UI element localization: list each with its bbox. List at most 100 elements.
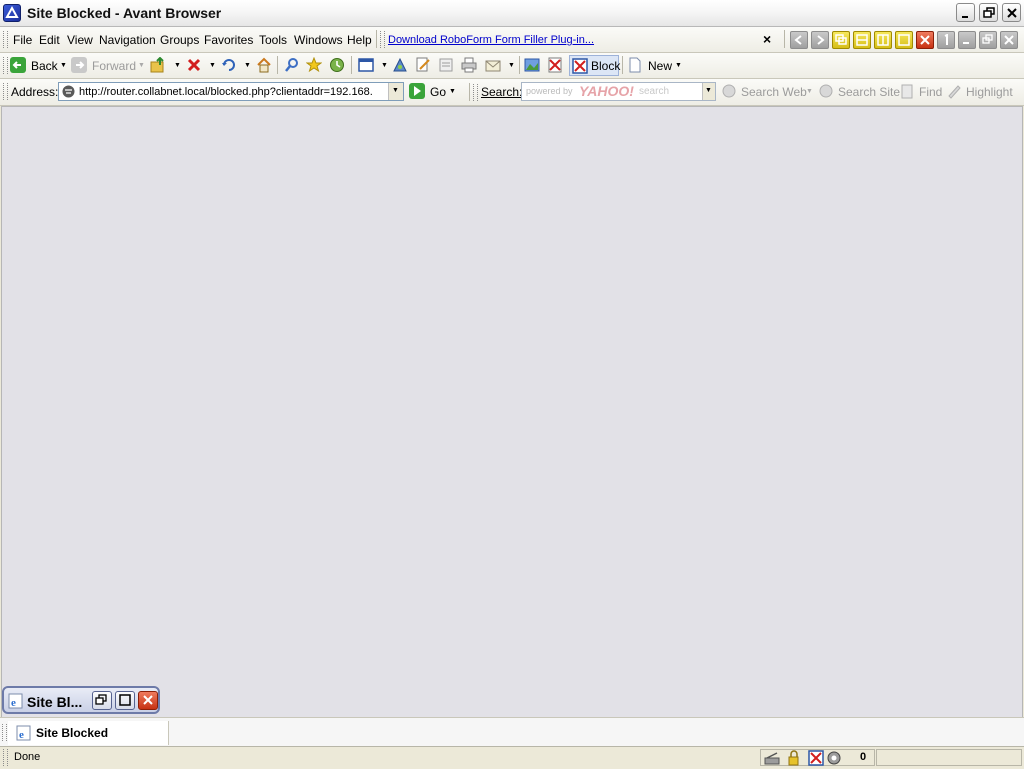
flash-block-icon[interactable] [547,57,563,73]
close-button[interactable] [1002,3,1021,22]
block-label: Block [591,59,621,73]
search-web-icon[interactable] [721,83,737,99]
go-button[interactable]: Go [430,85,446,99]
new-button[interactable]: New [648,59,672,73]
menu-file[interactable]: File [13,33,32,47]
roboform-download-link[interactable]: Download RoboForm Form Filler Plug-in... [388,34,594,46]
favorites-star-icon[interactable] [306,57,322,73]
address-input[interactable]: http://router.collabnet.local/blocked.ph… [58,82,404,101]
one-window-button[interactable] [937,31,955,49]
new-dropdown-arrow[interactable]: ▼ [675,62,682,69]
up-folder-icon[interactable] [150,57,166,73]
minimized-restore-button[interactable] [92,691,112,710]
forward-dropdown-arrow[interactable]: ▼ [138,62,145,69]
highlight-icon[interactable] [946,83,962,99]
previous-window-button[interactable] [790,31,808,49]
tab-strip-grip[interactable] [2,724,7,741]
search-magnifier-icon[interactable] [284,57,300,73]
address-toolbar: Address: http://router.collabnet.local/b… [0,79,1024,106]
close-ad-bar-button[interactable]: × [763,31,771,47]
search-site-button[interactable]: Search Site [838,85,900,99]
back-arrow-icon[interactable] [10,57,26,73]
minimized-window[interactable]: e Site Bl... [2,686,160,714]
window-dropdown-arrow[interactable]: ▼ [381,62,388,69]
menu-favorites[interactable]: Favorites [204,33,253,47]
print-icon[interactable] [461,57,477,73]
menu-windows[interactable]: Windows [294,33,343,47]
mail-dropdown-arrow[interactable]: ▼ [508,62,515,69]
child-restore-button[interactable] [979,31,997,49]
maximize-all-button[interactable] [895,31,913,49]
history-icon[interactable] [329,57,345,73]
menu-view[interactable]: View [67,33,93,47]
menu-bar: File Edit View Navigation Groups Favorit… [0,27,1024,53]
security-lock-icon[interactable] [786,750,802,766]
minimize-button[interactable] [956,3,975,22]
child-close-button[interactable] [1000,31,1018,49]
toolbar-grip[interactable] [3,83,8,100]
minimized-maximize-button[interactable] [115,691,135,710]
toolbar-grip[interactable] [3,57,8,74]
image-block-icon[interactable] [524,57,540,73]
translate-icon[interactable] [392,57,408,73]
tile-horizontal-button[interactable] [853,31,871,49]
flash-animation-icon[interactable] [826,750,842,766]
page-content-area[interactable] [1,106,1023,718]
cascade-windows-button[interactable] [832,31,850,49]
menu-help[interactable]: Help [347,33,372,47]
minimized-window-title: Site Bl... [27,694,83,710]
search-web-dropdown-arrow[interactable]: ▼ [806,88,813,95]
restore-button[interactable] [979,3,998,22]
go-dropdown-arrow[interactable]: ▼ [449,88,456,95]
menu-tools[interactable]: Tools [259,33,287,47]
refresh-icon[interactable] [221,57,237,73]
back-dropdown-arrow[interactable]: ▼ [60,62,67,69]
go-arrow-icon[interactable] [409,83,425,99]
up-dropdown-arrow[interactable]: ▼ [174,62,181,69]
page-icon[interactable] [438,57,454,73]
status-grip [3,749,8,766]
toolbar-grip[interactable] [3,31,8,48]
search-brand-suffix: search [639,86,670,97]
popup-block-icon[interactable] [808,750,824,766]
window-icon[interactable] [358,57,374,73]
find-button[interactable]: Find [919,85,942,99]
network-icon[interactable] [764,750,780,766]
block-button[interactable]: Block [569,55,621,76]
forward-button[interactable]: Forward [92,59,136,73]
toolbar-separator [469,83,470,101]
child-minimize-button[interactable] [958,31,976,49]
home-icon[interactable] [256,57,272,73]
search-dropdown-button[interactable]: ▼ [702,83,715,100]
address-dropdown-button[interactable]: ▼ [388,83,403,100]
minimized-close-button[interactable] [138,691,158,710]
mail-icon[interactable] [485,57,501,73]
back-button[interactable]: Back [31,59,58,73]
menu-separator [784,30,785,48]
highlight-button[interactable]: Highlight [966,85,1013,99]
search-site-icon[interactable] [818,83,834,99]
tile-vertical-button[interactable] [874,31,892,49]
toolbar-grip[interactable] [473,84,478,101]
stop-dropdown-arrow[interactable]: ▼ [209,62,216,69]
tab-label: Site Blocked [36,726,109,740]
close-all-button[interactable] [916,31,934,49]
tab-site-blocked[interactable]: e Site Blocked [8,721,169,745]
edit-icon[interactable] [415,57,431,73]
search-input[interactable]: powered by YAHOO! search ▼ [521,82,716,101]
menu-edit[interactable]: Edit [39,33,60,47]
menu-groups[interactable]: Groups [160,33,199,47]
stop-icon[interactable] [186,57,202,73]
menu-separator [376,30,377,48]
toolbar-grip[interactable] [380,31,385,48]
new-page-icon[interactable] [627,57,643,73]
app-logo-icon [3,4,21,22]
status-count: 0 [860,751,867,763]
search-web-button[interactable]: Search Web [741,85,807,99]
find-icon[interactable] [899,83,915,99]
status-bar: Done 0 [0,746,1024,769]
forward-arrow-icon[interactable] [71,57,87,73]
refresh-dropdown-arrow[interactable]: ▼ [244,62,251,69]
next-window-button[interactable] [811,31,829,49]
menu-navigation[interactable]: Navigation [99,33,156,47]
